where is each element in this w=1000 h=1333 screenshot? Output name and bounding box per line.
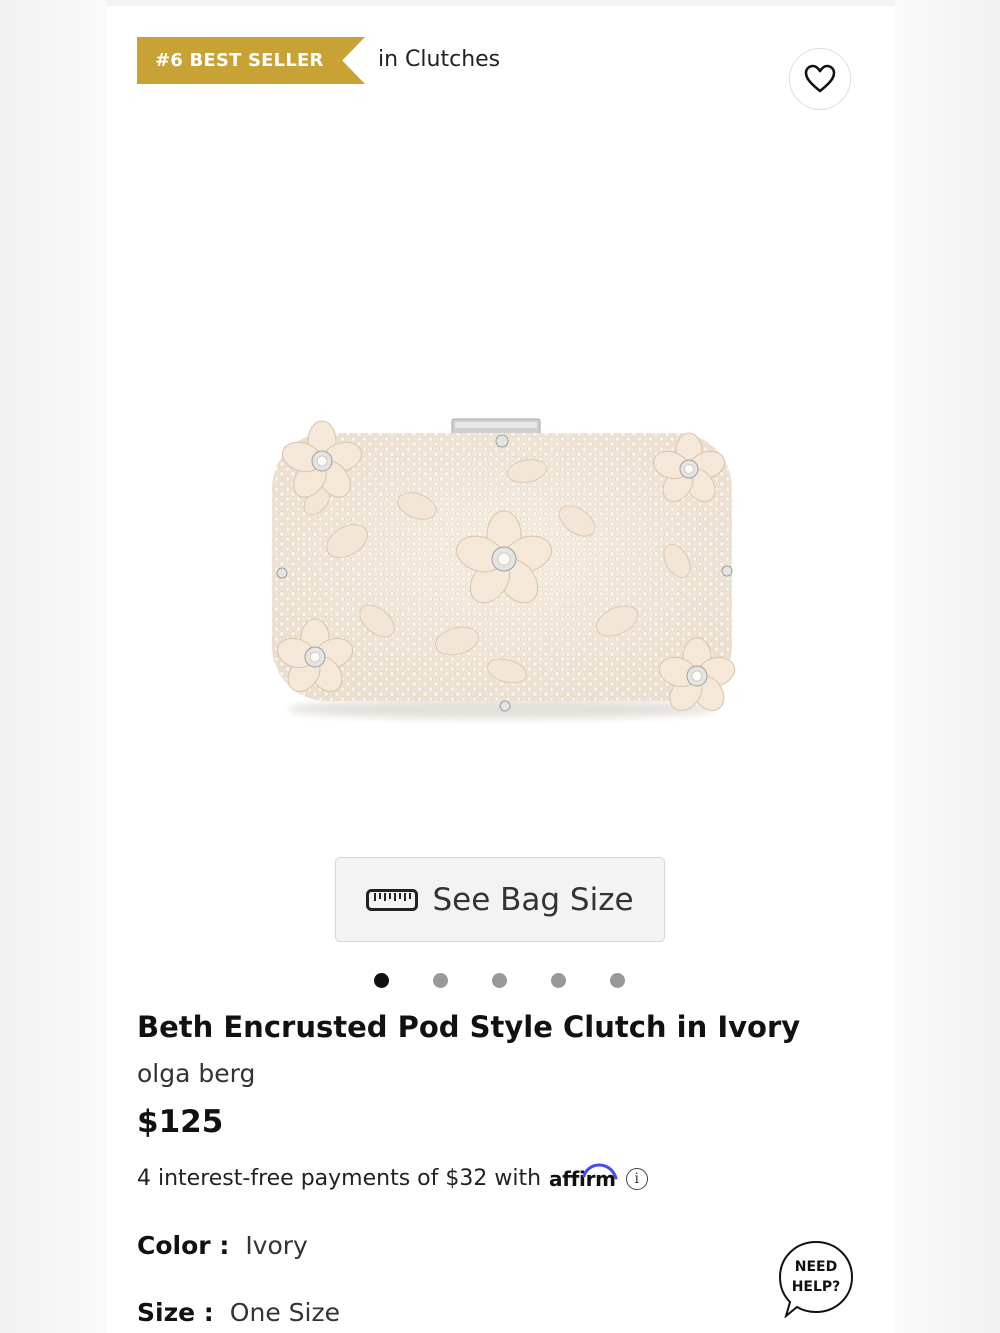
color-option: Color : Ivory [137, 1231, 308, 1260]
product-title: Beth Encrusted Pod Style Clutch in Ivory [137, 1010, 801, 1044]
size-option: Size : One Size [137, 1298, 340, 1327]
best-seller-badge: #6 BEST SELLER [137, 37, 365, 84]
gallery-dot-5[interactable] [610, 973, 625, 988]
need-help-line-2: HELP? [791, 1279, 841, 1295]
product-image[interactable] [257, 411, 747, 726]
affirm-arc-icon [582, 1163, 618, 1179]
heart-icon [804, 64, 836, 93]
financing-offer: 4 interest-free payments of $32 with aff… [137, 1163, 648, 1191]
ruler-icon [366, 888, 419, 911]
size-option-value: One Size [229, 1298, 340, 1327]
product-price: $125 [137, 1104, 224, 1140]
size-option-label: Size : [137, 1298, 214, 1327]
financing-text: 4 interest-free payments of $32 with [137, 1166, 542, 1191]
need-help-label: NEED HELP? [778, 1257, 854, 1297]
see-bag-size-button[interactable]: See Bag Size [335, 857, 665, 942]
best-seller-badge-label: #6 BEST SELLER [155, 50, 324, 71]
need-help-line-1: NEED [794, 1259, 838, 1275]
color-option-value: Ivory [245, 1231, 308, 1260]
gallery-dot-3[interactable] [492, 973, 507, 988]
see-bag-size-label: See Bag Size [432, 881, 634, 918]
best-seller-category: in Clutches [378, 47, 501, 72]
need-help-button[interactable]: NEED HELP? [778, 1240, 854, 1318]
color-option-label: Color : [137, 1231, 230, 1260]
gallery-pagination [374, 973, 625, 988]
info-icon[interactable]: i [625, 1167, 648, 1190]
product-brand[interactable]: olga berg [137, 1059, 255, 1088]
page-margin-left [0, 0, 107, 1333]
affirm-logo[interactable]: affirm [549, 1163, 618, 1191]
gallery-dot-2[interactable] [433, 973, 448, 988]
gallery-dot-1[interactable] [374, 973, 389, 988]
favorite-button[interactable] [789, 48, 851, 110]
page-margin-right [895, 0, 1000, 1333]
product-card: #6 BEST SELLER in Clutches See Bag Size … [107, 6, 895, 1333]
gallery-dot-4[interactable] [551, 973, 566, 988]
